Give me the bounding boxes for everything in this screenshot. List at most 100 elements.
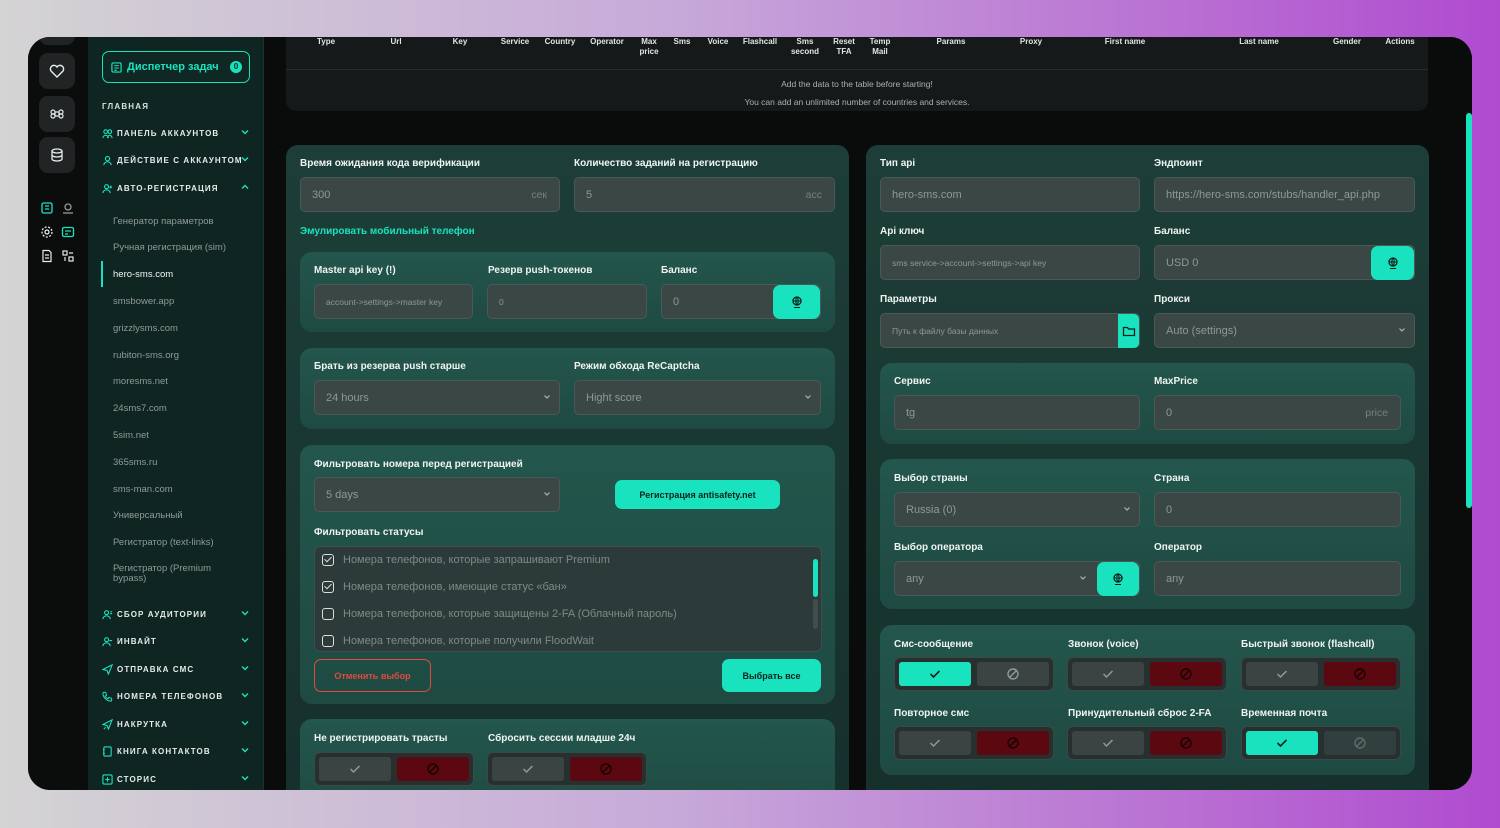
- reset-2fa-toggle[interactable]: [1067, 726, 1227, 760]
- sidebar-item-365sms[interactable]: 365sms.ru: [113, 457, 157, 468]
- services-table: Type Url Key Service Country Operator Ma…: [286, 37, 1428, 111]
- status-option[interactable]: Номера телефонов, которые запрашивают Pr…: [322, 554, 610, 566]
- toggle-off-option[interactable]: [977, 662, 1049, 686]
- status-option[interactable]: Номера телефонов, которые получили Flood…: [322, 635, 594, 647]
- browse-file-button[interactable]: [1118, 314, 1139, 348]
- sidebar-group-audience[interactable]: СБОР АУДИТОРИИ: [102, 607, 250, 621]
- toggle-off-option[interactable]: [570, 757, 642, 781]
- sidebar-item-rubiton[interactable]: rubiton-sms.org: [113, 350, 179, 361]
- maxprice-input[interactable]: 0 price: [1154, 395, 1401, 430]
- no-trust-toggle[interactable]: [314, 752, 474, 786]
- sidebar-group-contact-book[interactable]: КНИГА КОНТАКТОВ: [102, 744, 250, 758]
- table-header: Params: [936, 37, 966, 46]
- calendar-mini-icon[interactable]: [61, 225, 75, 239]
- main-scrollbar[interactable]: [1466, 113, 1472, 508]
- toggle-on-option[interactable]: [899, 731, 971, 755]
- toggle-off-option[interactable]: [1324, 731, 1396, 755]
- repeat-sms-toggle[interactable]: [894, 726, 1054, 760]
- emulate-mobile-toggle[interactable]: Эмулировать мобильный телефон: [300, 226, 475, 237]
- recaptcha-select[interactable]: Hight score: [574, 380, 821, 415]
- accounts-mini-icon[interactable]: [40, 201, 54, 215]
- toggle-on-option[interactable]: [1072, 662, 1144, 686]
- select-all-button[interactable]: Выбрать все: [722, 659, 821, 692]
- sidebar-item-registrator-text-links[interactable]: Регистратор (text-links): [113, 537, 214, 548]
- gear-mini-icon[interactable]: [40, 225, 54, 239]
- methods-group: Смс-сообщение Звонок (voice) Быстрый зво…: [880, 625, 1415, 775]
- filter-period-select[interactable]: 5 days: [314, 477, 560, 512]
- voice-toggle[interactable]: [1067, 657, 1227, 691]
- tasks-input[interactable]: 5 acc: [574, 177, 835, 212]
- sidebar-group-send-sms[interactable]: ОТПРАВКА СМС: [102, 662, 250, 676]
- sidebar-group-auto-registration[interactable]: АВТО-РЕГИСТРАЦИЯ: [102, 181, 250, 195]
- table-empty-note: Add the data to the table before startin…: [781, 79, 933, 89]
- api-key-input[interactable]: sms service->account->settings->api key: [880, 245, 1140, 280]
- toggle-off-option[interactable]: [397, 757, 469, 781]
- rail-button-top[interactable]: [39, 37, 75, 45]
- task-manager-button[interactable]: Диспетчер задач 0: [102, 51, 250, 83]
- checkbox[interactable]: [322, 635, 334, 647]
- rail-button-database[interactable]: [39, 137, 75, 173]
- sidebar-item-universal[interactable]: Универсальный: [113, 510, 183, 521]
- sidebar-item-24sms7[interactable]: 24sms7.com: [113, 403, 167, 414]
- sidebar-group-accounts-panel[interactable]: ПАНЕЛЬ АККАУНТОВ: [102, 126, 250, 140]
- sidebar-group-account-actions[interactable]: ДЕЙСТВИЕ С АККАУНТОМ: [102, 153, 250, 167]
- location-mini-icon[interactable]: [61, 201, 75, 215]
- antisafety-register-button[interactable]: Регистрация antisafety.net: [615, 480, 780, 509]
- sms-toggle[interactable]: [894, 657, 1054, 691]
- sidebar-item-smsbower[interactable]: smsbower.app: [113, 296, 174, 307]
- rail-button-favorites[interactable]: [39, 53, 75, 89]
- sidebar-item-sms-man[interactable]: sms-man.com: [113, 484, 173, 495]
- toggle-on-option[interactable]: [1246, 662, 1318, 686]
- cancel-selection-button[interactable]: Отменить выбор: [314, 659, 431, 692]
- operator-refresh-button[interactable]: [1097, 562, 1139, 596]
- status-option[interactable]: Номера телефонов, которые защищены 2-FA …: [322, 608, 677, 620]
- params-input[interactable]: Путь к файлу базы данных: [880, 313, 1140, 348]
- toggle-off-option[interactable]: [1150, 662, 1222, 686]
- toggle-on-option[interactable]: [492, 757, 564, 781]
- tasks-suffix: acc: [805, 188, 822, 201]
- endpoint-input[interactable]: https://hero-sms.com/stubs/handler_api.p…: [1154, 177, 1415, 212]
- sidebar-group-phone-numbers[interactable]: НОМЕРА ТЕЛЕФОНОВ: [102, 689, 250, 703]
- sidebar-item-moresms[interactable]: moresms.net: [113, 376, 168, 387]
- toggle-on-option[interactable]: [1246, 731, 1318, 755]
- grid-mini-icon[interactable]: [61, 249, 75, 263]
- toggle-off-option[interactable]: [1324, 662, 1396, 686]
- wait-input[interactable]: 300 сек: [300, 177, 560, 212]
- toggle-off-option[interactable]: [977, 731, 1049, 755]
- rail-button-command[interactable]: [39, 96, 75, 132]
- sidebar-item-param-generator[interactable]: Генератор параметров: [113, 216, 214, 227]
- status-option[interactable]: Номера телефонов, имеющие статус «бан»: [322, 581, 567, 593]
- reset-sessions-toggle[interactable]: [487, 752, 647, 786]
- sidebar-item-manual-registration[interactable]: Ручная регистрация (sim): [113, 242, 226, 253]
- flashcall-toggle[interactable]: [1241, 657, 1401, 691]
- sidebar-group-stories[interactable]: СТОРИС: [102, 772, 250, 786]
- table-divider: [286, 69, 1428, 70]
- right-settings-panel: Тип api hero-sms.com Эндпоинт https://he…: [866, 145, 1429, 790]
- balance-refresh-button[interactable]: [773, 285, 820, 319]
- statuses-scrollbar-thumb[interactable]: [813, 559, 818, 597]
- country-select[interactable]: Russia (0): [894, 492, 1140, 527]
- sidebar-group-invite[interactable]: ИНВАЙТ: [102, 634, 250, 648]
- proxy-select[interactable]: Auto (settings): [1154, 313, 1415, 348]
- sidebar-group-boost[interactable]: НАКРУТКА: [102, 717, 250, 731]
- temp-mail-toggle[interactable]: [1241, 726, 1401, 760]
- sidebar-item-5sim[interactable]: 5sim.net: [113, 430, 149, 441]
- toggle-on-option[interactable]: [899, 662, 971, 686]
- maxprice-value: 0: [1166, 406, 1173, 419]
- sidebar-item-hero-sms[interactable]: hero-sms.com: [113, 269, 173, 280]
- sidebar-item-grizzlysms[interactable]: grizzlysms.com: [113, 323, 178, 334]
- checkbox[interactable]: [322, 608, 334, 620]
- sidebar-item-registrator-premium[interactable]: Регистратор (Premium bypass): [113, 564, 233, 584]
- service-input[interactable]: tg: [894, 395, 1140, 430]
- toggle-off-option[interactable]: [1150, 731, 1222, 755]
- api-type-input[interactable]: hero-sms.com: [880, 177, 1140, 212]
- balance-refresh-button[interactable]: [1371, 246, 1414, 280]
- document-mini-icon[interactable]: [40, 249, 54, 263]
- master-key-input[interactable]: account->settings->master key: [314, 284, 473, 319]
- push-reserve-input[interactable]: 0: [487, 284, 647, 319]
- toggle-on-option[interactable]: [319, 757, 391, 781]
- checkbox[interactable]: [322, 581, 334, 593]
- push-older-select[interactable]: 24 hours: [314, 380, 560, 415]
- checkbox[interactable]: [322, 554, 334, 566]
- toggle-on-option[interactable]: [1072, 731, 1144, 755]
